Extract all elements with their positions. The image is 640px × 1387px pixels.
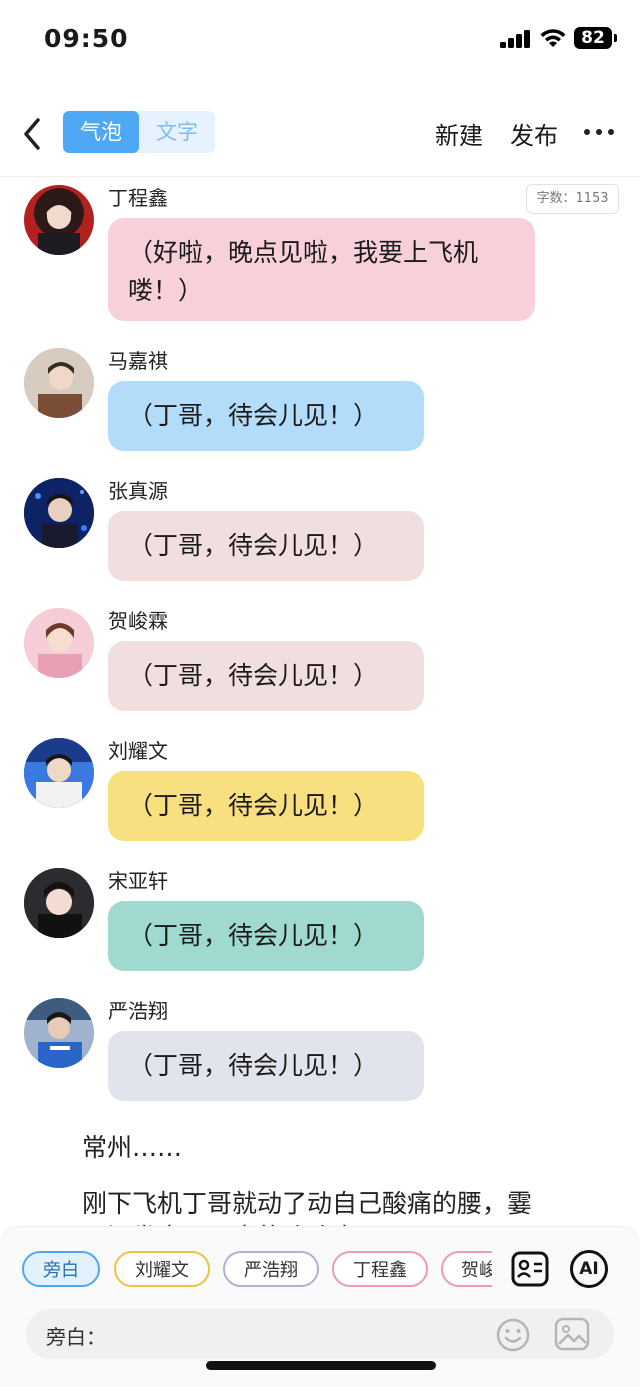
avatar[interactable] <box>24 738 94 808</box>
tab-bubble[interactable]: 气泡 <box>63 111 139 153</box>
speaker-name: 贺峻霖 <box>108 609 168 633</box>
signal-icon <box>500 30 532 48</box>
speaker-name: 马嘉祺 <box>108 349 168 373</box>
speaker-chip-narrator[interactable]: 旁白 <box>22 1251 100 1287</box>
avatar[interactable] <box>24 478 94 548</box>
mode-segmented-control: 气泡 文字 <box>63 111 215 153</box>
speaker-name: 宋亚轩 <box>108 869 168 893</box>
word-count-badge: 字数：1153 <box>526 184 619 214</box>
chat-bubble[interactable]: （丁哥，待会儿见！） <box>108 771 424 841</box>
contact-card-icon[interactable] <box>511 1250 549 1288</box>
narration-text[interactable]: 常州…… <box>82 1128 182 1164</box>
chat-bubble[interactable]: （好啦，晚点见啦，我要上飞机喽！） <box>108 218 535 321</box>
speaker-chip[interactable]: 贺峻霖 <box>441 1251 492 1287</box>
speaker-name: 严浩翔 <box>108 999 168 1023</box>
speaker-chip[interactable]: 严浩翔 <box>223 1251 319 1287</box>
wifi-icon <box>540 29 566 47</box>
avatar[interactable] <box>24 348 94 418</box>
avatar[interactable] <box>24 185 94 255</box>
image-icon[interactable] <box>553 1316 591 1352</box>
emoji-icon[interactable] <box>495 1317 531 1353</box>
chat-bubble[interactable]: （丁哥，待会儿见！） <box>108 641 424 711</box>
speaker-chip-list: 旁白 刘耀文 严浩翔 丁程鑫 贺峻霖 <box>20 1251 492 1291</box>
nav-bar: 气泡 文字 新建 发布 <box>0 100 640 177</box>
status-time: 09:50 <box>44 24 129 53</box>
input-speaker-label: 旁白： <box>46 1325 106 1349</box>
tab-text[interactable]: 文字 <box>139 111 215 153</box>
ai-icon[interactable]: AI <box>570 1250 608 1288</box>
status-bar: 09:50 82 <box>0 0 640 80</box>
home-indicator <box>206 1361 436 1370</box>
speaker-chip[interactable]: 刘耀文 <box>114 1251 210 1287</box>
avatar[interactable] <box>24 868 94 938</box>
battery-icon: 82 <box>574 27 617 49</box>
chat-bubble[interactable]: （丁哥，待会儿见！） <box>108 1031 424 1101</box>
back-chevron-icon[interactable] <box>18 114 48 154</box>
avatar[interactable] <box>24 998 94 1068</box>
publish-button[interactable]: 发布 <box>510 116 558 151</box>
speaker-name: 丁程鑫 <box>108 186 168 210</box>
new-button[interactable]: 新建 <box>435 116 483 151</box>
narration-text[interactable]: 那间发出了巨大的咔咔声 <box>82 1218 357 1226</box>
chat-bubble[interactable]: （丁哥，待会儿见！） <box>108 511 424 581</box>
chat-bubble[interactable]: （丁哥，待会儿见！） <box>108 901 424 971</box>
speaker-name: 刘耀文 <box>108 739 168 763</box>
chat-bubble[interactable]: （丁哥，待会儿见！） <box>108 381 424 451</box>
narration-text[interactable]: 刚下飞机丁哥就动了动自己酸痛的腰，霎 <box>82 1184 532 1220</box>
narration-input[interactable]: 旁白： <box>26 1309 614 1359</box>
speaker-name: 张真源 <box>108 479 168 503</box>
speaker-chip[interactable]: 丁程鑫 <box>332 1251 428 1287</box>
more-icon[interactable] <box>584 129 614 135</box>
avatar[interactable] <box>24 608 94 678</box>
